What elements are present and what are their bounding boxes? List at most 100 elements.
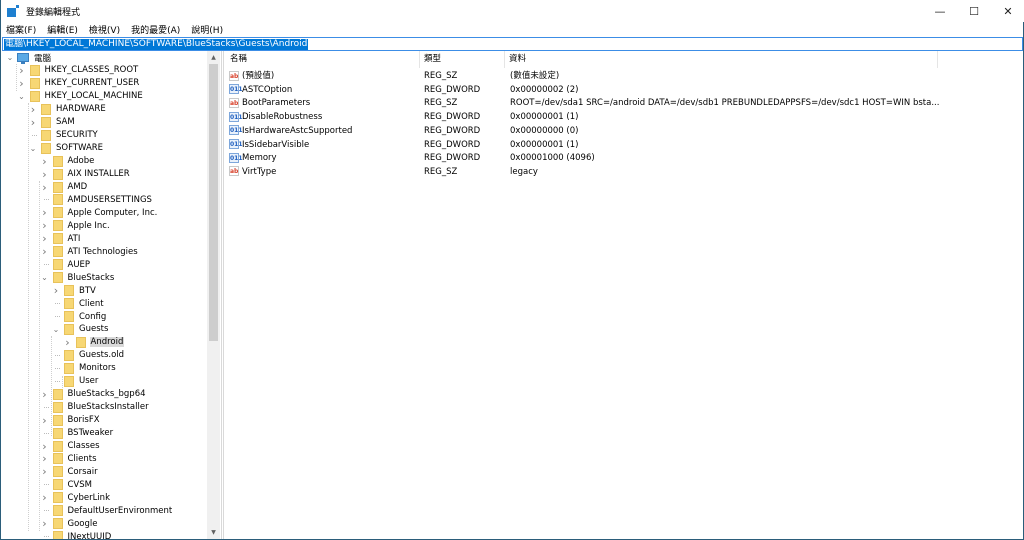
tree-item[interactable]: BSTweaker [41,427,115,440]
menu-help[interactable]: 說明(H) [186,23,229,36]
tree-item[interactable]: DefaultUserEnvironment [41,504,174,517]
tree-item[interactable]: › Adobe [41,155,96,168]
tree-item[interactable]: INextUUID [41,530,113,539]
tree-item[interactable]: Client [52,297,105,310]
tree-item[interactable]: › Google [41,517,99,530]
chevron-right-icon[interactable]: › [41,452,49,465]
value-row[interactable]: 011IsHardwareAstcSupported REG_DWORD 0x000… [225,125,1023,139]
chevron-right-icon[interactable]: › [41,414,49,427]
chevron-right-icon[interactable]: › [41,219,49,232]
tree-item[interactable]: Monitors [52,362,117,375]
menu-file[interactable]: 檔案(F) [1,23,42,36]
tree-vertical-scrollbar[interactable]: ▲ ▼ [207,51,220,539]
value-name-cell: 011IsSidebarVisible [229,139,417,152]
value-name-cell: ab BootParameters [229,97,417,110]
value-row[interactable]: ab BootParameters REG_SZ ROOT=/dev/sda1 SRC… [225,97,1023,111]
value-row[interactable]: 011DisableRobustness REG_DWORD 0x00000001 … [225,111,1023,125]
tree-item[interactable]: › HARDWARE [29,103,107,116]
tree-item[interactable]: › BlueStacks_bgp64 [41,388,147,401]
chevron-right-icon[interactable]: › [64,336,72,349]
value-row[interactable]: 011Memory REG_DWORD 0x00001000 (4096) [225,152,1023,166]
chevron-right-icon[interactable]: › [41,155,49,168]
string-value-icon: ab [229,166,239,177]
tree-item[interactable]: › Classes [41,440,101,453]
address-text[interactable]: 電腦\HKEY_LOCAL_MACHINE\SOFTWARE\BlueStack… [4,38,309,50]
column-header-data[interactable]: 資料 [504,51,526,68]
tree-item[interactable]: User [52,375,99,388]
tree-item[interactable]: › CyberLink [41,491,112,504]
tree-item[interactable]: ⌄ SOFTWARE [29,142,104,155]
tree-item[interactable]: ⌄ HKEY_LOCAL_MACHINE [18,90,144,103]
tree-item[interactable]: ⌄ Guests [52,323,109,336]
folder-icon [52,194,63,206]
chevron-right-icon[interactable]: › [41,440,49,453]
folder-icon [52,220,63,232]
value-row[interactable]: 011IsSidebarVisible REG_DWORD 0x00000001 (… [225,139,1023,153]
chevron-right-icon[interactable]: › [52,284,60,297]
scroll-up-arrow-icon[interactable]: ▲ [207,51,220,64]
value-row[interactable]: ab VirtType REG_SZ legacy [225,166,1023,180]
tree-item[interactable]: ⌄ BlueStacks [41,271,116,284]
chevron-down-icon[interactable]: ⌄ [41,271,49,284]
chevron-down-icon[interactable]: ⌄ [52,323,60,336]
folder-icon [52,233,63,245]
chevron-right-icon[interactable]: › [41,181,49,194]
chevron-down-icon[interactable]: ⌄ [29,142,37,155]
tree-item-label: BlueStacks [67,272,115,283]
chevron-right-icon[interactable]: › [41,465,49,478]
tree-item[interactable]: Config [52,310,107,323]
menu-favorites[interactable]: 我的最愛(A) [126,23,186,36]
tree-item[interactable]: CVSM [41,478,93,491]
chevron-right-icon[interactable]: › [41,168,49,181]
maximize-button[interactable]: ☐ [957,0,991,22]
window-title: 登錄編輯程式 [26,7,81,18]
tree-item[interactable]: › AMD [41,181,89,194]
chevron-right-icon[interactable]: › [41,491,49,504]
tree-item[interactable]: › Android [64,336,125,349]
tree-item[interactable]: › Corsair [41,465,99,478]
tree-item[interactable]: AUEP [41,258,92,271]
tree-item[interactable]: › BorisFX [41,414,101,427]
chevron-right-icon[interactable]: › [41,206,49,219]
value-row[interactable]: 011ASTCOption REG_DWORD 0x00000002 (2) [225,84,1023,98]
minimize-button[interactable]: — [923,0,957,22]
tree-item[interactable]: › HKEY_CLASSES_ROOT [18,64,140,77]
tree-item[interactable]: SECURITY [29,129,99,142]
chevron-down-icon[interactable]: ⌄ [6,51,14,64]
chevron-right-icon[interactable]: › [29,103,37,116]
value-row[interactable]: ab (預設值) REG_SZ (數值未設定) [225,70,1023,84]
tree-item[interactable]: AMDUSERSETTINGS [41,193,153,206]
chevron-right-icon[interactable]: › [41,388,49,401]
tree-connector [52,362,60,375]
chevron-down-icon[interactable]: ⌄ [18,90,26,103]
tree-item[interactable]: › Apple Computer, Inc. [41,206,159,219]
tree-item[interactable]: › ATI [41,232,82,245]
tree-item[interactable]: Guests.old [52,349,125,362]
tree-item[interactable]: › Apple Inc. [41,219,111,232]
tree-item-computer[interactable]: ⌄ 電腦 [6,51,52,64]
chevron-right-icon[interactable]: › [18,64,26,77]
column-header-name[interactable]: 名稱 [225,51,247,68]
chevron-right-icon[interactable]: › [18,77,26,90]
address-bar[interactable]: 電腦\HKEY_LOCAL_MACHINE\SOFTWARE\BlueStack… [2,37,1023,51]
close-button[interactable]: ✕ [991,0,1024,22]
tree-item[interactable]: BlueStacksInstaller [41,401,150,414]
scroll-down-arrow-icon[interactable]: ▼ [207,526,220,539]
chevron-right-icon[interactable]: › [41,517,49,530]
folder-icon [52,466,63,478]
tree-item[interactable]: › BTV [52,284,97,297]
tree-item[interactable]: › HKEY_CURRENT_USER [18,77,141,90]
menu-view[interactable]: 檢視(V) [84,23,126,36]
tree-item[interactable]: › Clients [41,452,98,465]
pane-splitter[interactable] [221,51,224,539]
chevron-right-icon[interactable]: › [41,245,49,258]
scrollbar-thumb[interactable] [209,64,218,342]
chevron-right-icon[interactable]: › [41,232,49,245]
menu-edit[interactable]: 編輯(E) [42,23,84,36]
column-header-type[interactable]: 類型 [419,51,441,68]
tree-item[interactable]: › SAM [29,116,76,129]
column-separator[interactable] [937,51,938,68]
chevron-right-icon[interactable]: › [29,116,37,129]
tree-item[interactable]: › AIX INSTALLER [41,168,131,181]
tree-item[interactable]: › ATI Technologies [41,245,139,258]
